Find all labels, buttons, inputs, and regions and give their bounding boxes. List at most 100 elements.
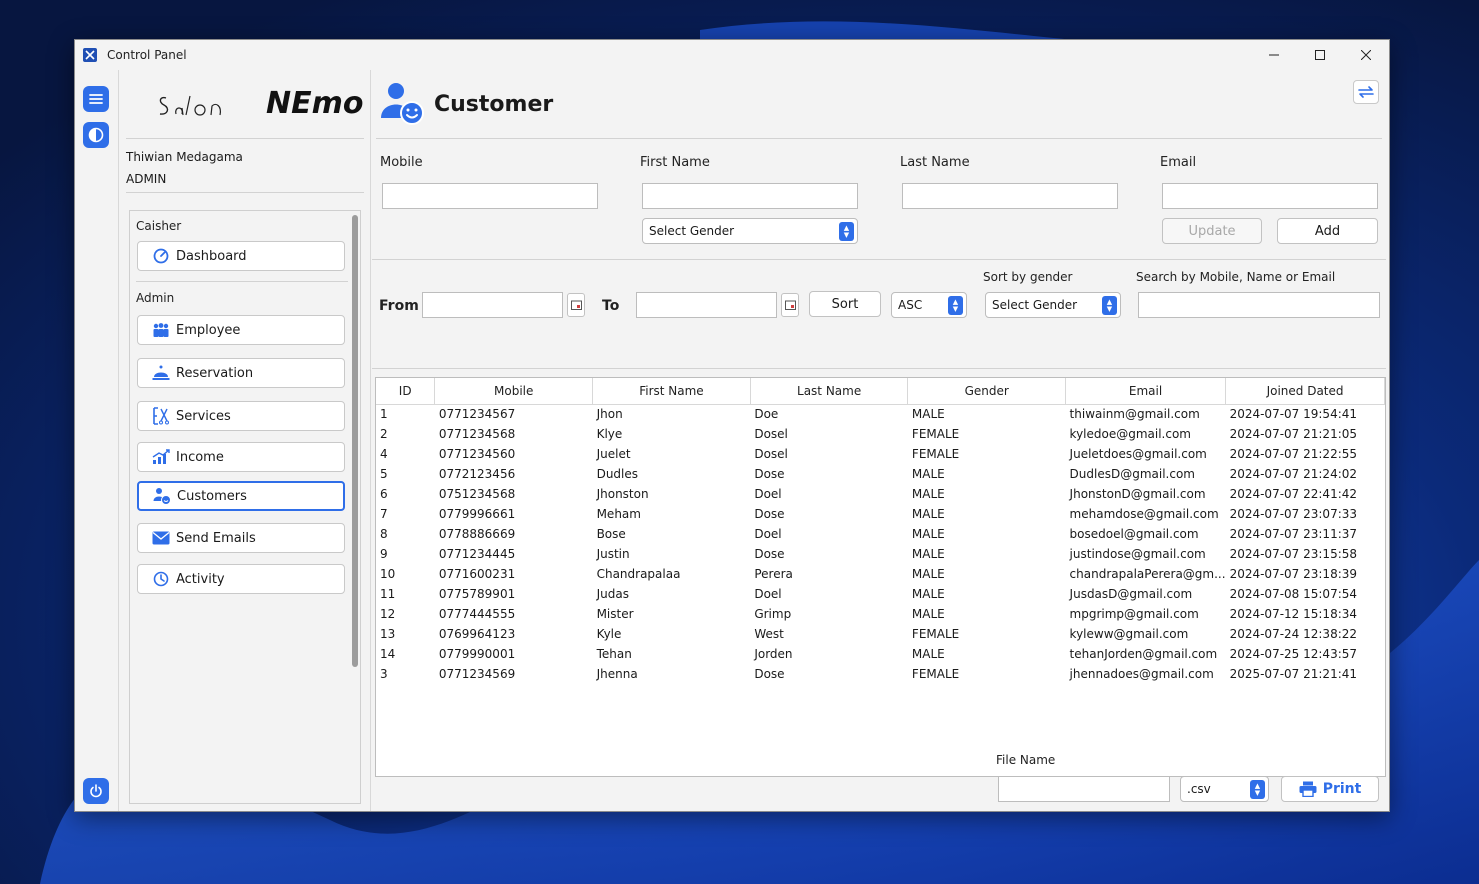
table-cell: 0771600231 [438,567,516,581]
table-cell: 0771234567 [438,407,516,422]
column-header[interactable]: Mobile [434,378,594,405]
table-row[interactable]: 11 0775789901 Judas Doel MALE JusdasD@gmail.c… [376,584,1385,604]
theme-toggle-button[interactable] [83,122,109,148]
calendar-icon [784,300,796,310]
table-cell: Dosel [754,427,788,441]
nav-group-admin: Admin [136,291,175,305]
table-cell: 4 [380,447,388,461]
minimize-button[interactable] [1251,40,1297,70]
to-label: To [602,298,620,314]
table-cell: 2024-07-07 21:21:05 [1229,427,1358,441]
from-date-picker[interactable] [567,293,585,317]
table-cell: JusdasD@gmail.com [1069,587,1193,601]
table-row[interactable]: 4 0771234560 Juelet Dosel FEMALE Jueletdoes@g… [376,444,1385,464]
table-row[interactable]: 14 0779990001 Tehan Jorden MALE tehanJorden@g… [376,644,1385,664]
column-header[interactable]: ID [376,378,436,405]
employee-icon [152,321,170,339]
nav-item-label: Customers [177,488,247,504]
nav-item-services[interactable]: Services [137,401,345,431]
table-cell: MALE [911,467,945,481]
table-cell: Bose [596,527,626,541]
table-cell: 2024-07-07 21:24:02 [1229,467,1358,481]
table-cell: 13 [380,627,396,641]
nav-panel: Caisher Dashboard Admin Employee Reserva [129,210,361,804]
table-cell: 0771234445 [438,547,516,561]
brand-logo: NEmo [156,84,363,124]
column-header[interactable]: Joined Dated [1225,378,1385,405]
nav-item-customers[interactable]: Customers [137,481,345,511]
sort-button[interactable]: Sort [809,291,881,317]
column-header[interactable]: Email [1065,378,1227,405]
nav-item-activity[interactable]: Activity [137,564,345,594]
update-button[interactable]: Update [1162,218,1262,244]
nav-item-dashboard[interactable]: Dashboard [137,241,345,271]
last-name-input[interactable] [902,183,1118,209]
table-cell: Doe [754,407,779,422]
table-cell: MALE [911,587,945,601]
nav-item-label: Activity [176,571,225,587]
table-row[interactable]: 7 0779996661 Meham Dose MALE mehamdose@gmail.… [376,504,1385,524]
table-cell: Dose [754,507,785,521]
nav-item-employee[interactable]: Employee [137,315,345,345]
menu-button[interactable] [83,86,109,112]
table-row[interactable]: 8 0778886669 Bose Doel MALE bosedoel@gmail.co… [376,524,1385,544]
table-row[interactable]: 3 0771234569 Jhenna Dose FEMALE jhennadoes@gm… [376,664,1385,684]
table-cell: bosedoel@gmail.com [1069,527,1199,541]
table-cell: 2024-07-12 15:18:34 [1229,607,1358,621]
divider [126,192,364,193]
table-row[interactable]: 6 0751234568 Jhonston Doel MALE JhonstonD@gma… [376,484,1385,504]
printer-icon [1299,781,1317,797]
nav-item-reservation[interactable]: Reservation [137,358,345,388]
nav-item-label: Employee [176,322,241,338]
sort-order-select[interactable]: ASC ▲ ▼ [891,292,967,318]
table-row[interactable]: 12 0777444555 Mister Grimp MALE mpgrimp@gmail… [376,604,1385,624]
sidebar-scrollbar[interactable] [352,215,358,667]
to-date-input[interactable] [636,292,777,318]
table-row[interactable]: 10 0771600231 Chandrapalaa Perera MALE chandr… [376,564,1385,584]
first-name-input[interactable] [642,183,858,209]
mobile-input[interactable] [382,183,598,209]
table-cell: MALE [911,527,945,541]
nav-item-income[interactable]: Income [137,442,345,472]
table-cell: Doel [754,487,782,501]
page-title: Customer [434,91,554,117]
to-date-picker[interactable] [781,293,799,317]
table-header-row: ID Mobile First Name Last Name Gender Email Jo… [376,378,1385,405]
control-panel-window: Control Panel NEmo Thiwian Medagama ADMI… [74,39,1390,812]
sort-gender-select[interactable]: Select Gender ▲ ▼ [985,292,1121,318]
table-cell: 0751234568 [438,487,516,501]
file-format-select[interactable]: .csv ▲ ▼ [1180,776,1269,802]
column-header[interactable]: First Name [592,378,751,405]
table-row[interactable]: 13 0769964123 Kyle West FEMALE kyleww@gmail.c… [376,624,1385,644]
email-input[interactable] [1162,183,1378,209]
logout-button[interactable] [83,778,109,804]
search-input[interactable] [1138,292,1380,318]
file-name-input[interactable] [998,776,1170,802]
table-cell: 2024-07-08 15:07:54 [1229,587,1358,601]
table-cell: FEMALE [911,667,960,681]
calendar-icon [570,300,582,310]
add-button[interactable]: Add [1277,218,1378,244]
table-cell: FEMALE [911,447,960,461]
table-cell: Dudles [596,467,639,481]
table-row[interactable]: 5 0772123456 Dudles Dose MALE DudlesD@gmail.c… [376,464,1385,484]
refresh-button[interactable] [1353,80,1379,104]
maximize-button[interactable] [1297,40,1343,70]
table-cell: Dose [754,547,785,561]
nav-item-send-emails[interactable]: Send Emails [137,523,345,553]
left-rail [75,70,119,811]
customer-icon [380,80,426,129]
table-row[interactable]: 2 0771234568 Klye Dosel FEMALE kyledoe@gmail.… [376,424,1385,444]
close-button[interactable] [1343,40,1389,70]
column-header[interactable]: Last Name [750,378,909,405]
table-cell: Dose [754,667,785,681]
table-row[interactable]: 9 0771234445 Justin Dose MALE justindose@gmai… [376,544,1385,564]
column-header[interactable]: Gender [907,378,1067,405]
table-cell: 0779996661 [438,507,516,521]
table-cell: kyledoe@gmail.com [1069,427,1191,441]
print-button[interactable]: Print [1281,776,1379,802]
gender-select[interactable]: Select Gender ▲ ▼ [642,218,858,244]
table-row[interactable]: 1 0771234567 Jhon Doe MALE thiwainm@gmail.com… [376,404,1385,424]
from-date-input[interactable] [422,292,563,318]
salon-script-wordmark [159,95,221,116]
